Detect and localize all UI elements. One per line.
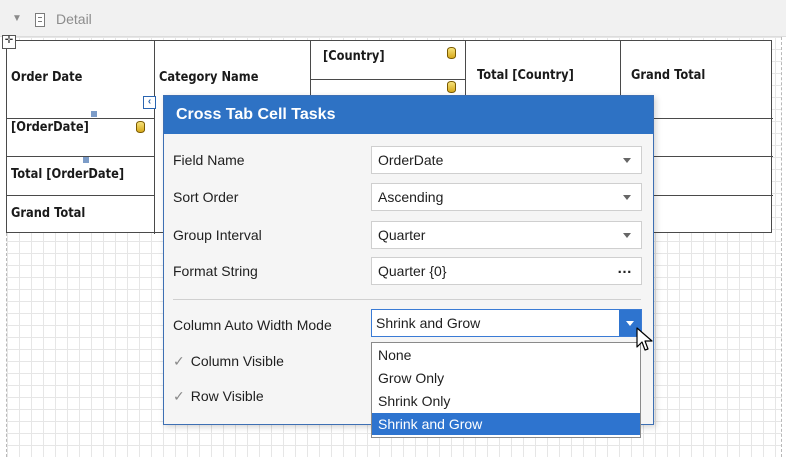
row-header-category-name[interactable]: Category Name: [159, 70, 258, 85]
panel-title: Cross Tab Cell Tasks: [164, 96, 653, 134]
row-total-order-date[interactable]: Total [OrderDate]: [11, 167, 124, 182]
band-icon: [35, 13, 45, 27]
checkmark-icon: ✓: [173, 388, 185, 404]
column-grand-total[interactable]: Grand Total: [631, 68, 705, 83]
chevron-down-icon: [623, 233, 631, 238]
database-field-icon: [136, 121, 145, 133]
database-field-icon: [447, 47, 456, 59]
database-field-icon: [447, 81, 456, 93]
format-string-value: Quarter {0}: [378, 263, 447, 279]
separator: [173, 299, 641, 300]
selection-marker[interactable]: [91, 111, 97, 117]
selection-marker[interactable]: [83, 157, 89, 163]
group-interval-label: Group Interval: [173, 227, 262, 243]
smart-tag-icon[interactable]: ‹: [143, 96, 156, 109]
option-none[interactable]: None: [372, 344, 640, 366]
option-grow-only[interactable]: Grow Only: [372, 367, 640, 389]
column-auto-width-mode-value: Shrink and Grow: [376, 315, 481, 331]
mouse-cursor-icon: [636, 327, 653, 351]
band-label: Detail: [56, 11, 92, 27]
column-total-country[interactable]: Total [Country]: [477, 68, 574, 83]
row-visible-label: Row Visible: [190, 388, 264, 404]
column-auto-width-mode-combo[interactable]: Shrink and Grow: [371, 309, 642, 337]
column-field-country[interactable]: [Country]: [323, 49, 385, 64]
row-header-order-date[interactable]: Order Date: [11, 70, 82, 85]
detail-band-header[interactable]: ▼ Detail: [0, 0, 786, 37]
row-field-order-date[interactable]: [OrderDate]: [11, 120, 89, 135]
sort-order-dropdown[interactable]: Ascending: [371, 183, 642, 211]
collapse-arrow-icon[interactable]: ▼: [12, 13, 22, 24]
column-auto-width-mode-label: Column Auto Width Mode: [173, 317, 332, 333]
column-visible-label: Column Visible: [190, 353, 284, 369]
chevron-down-icon: [623, 158, 631, 163]
row-grand-total[interactable]: Grand Total: [11, 206, 85, 221]
field-name-value: OrderDate: [378, 152, 444, 168]
move-handle-icon[interactable]: ✛: [2, 35, 16, 49]
sort-order-value: Ascending: [378, 189, 444, 205]
row-visible-checkbox[interactable]: ✓ Row Visible: [173, 388, 264, 405]
format-string-label: Format String: [173, 263, 258, 279]
sort-order-label: Sort Order: [173, 189, 239, 205]
ellipsis-icon[interactable]: …: [617, 260, 633, 277]
column-visible-checkbox[interactable]: ✓ Column Visible: [173, 353, 284, 370]
field-name-label: Field Name: [173, 152, 245, 168]
checkmark-icon: ✓: [173, 353, 185, 369]
format-string-field[interactable]: Quarter {0} …: [371, 257, 642, 285]
option-shrink-only[interactable]: Shrink Only: [372, 390, 640, 412]
chevron-down-icon: [623, 195, 631, 200]
group-interval-value: Quarter: [378, 227, 426, 243]
field-name-dropdown[interactable]: OrderDate: [371, 146, 642, 174]
group-interval-dropdown[interactable]: Quarter: [371, 221, 642, 249]
option-shrink-and-grow[interactable]: Shrink and Grow: [372, 413, 640, 435]
auto-width-mode-dropdown-list: None Grow Only Shrink Only Shrink and Gr…: [371, 342, 641, 438]
